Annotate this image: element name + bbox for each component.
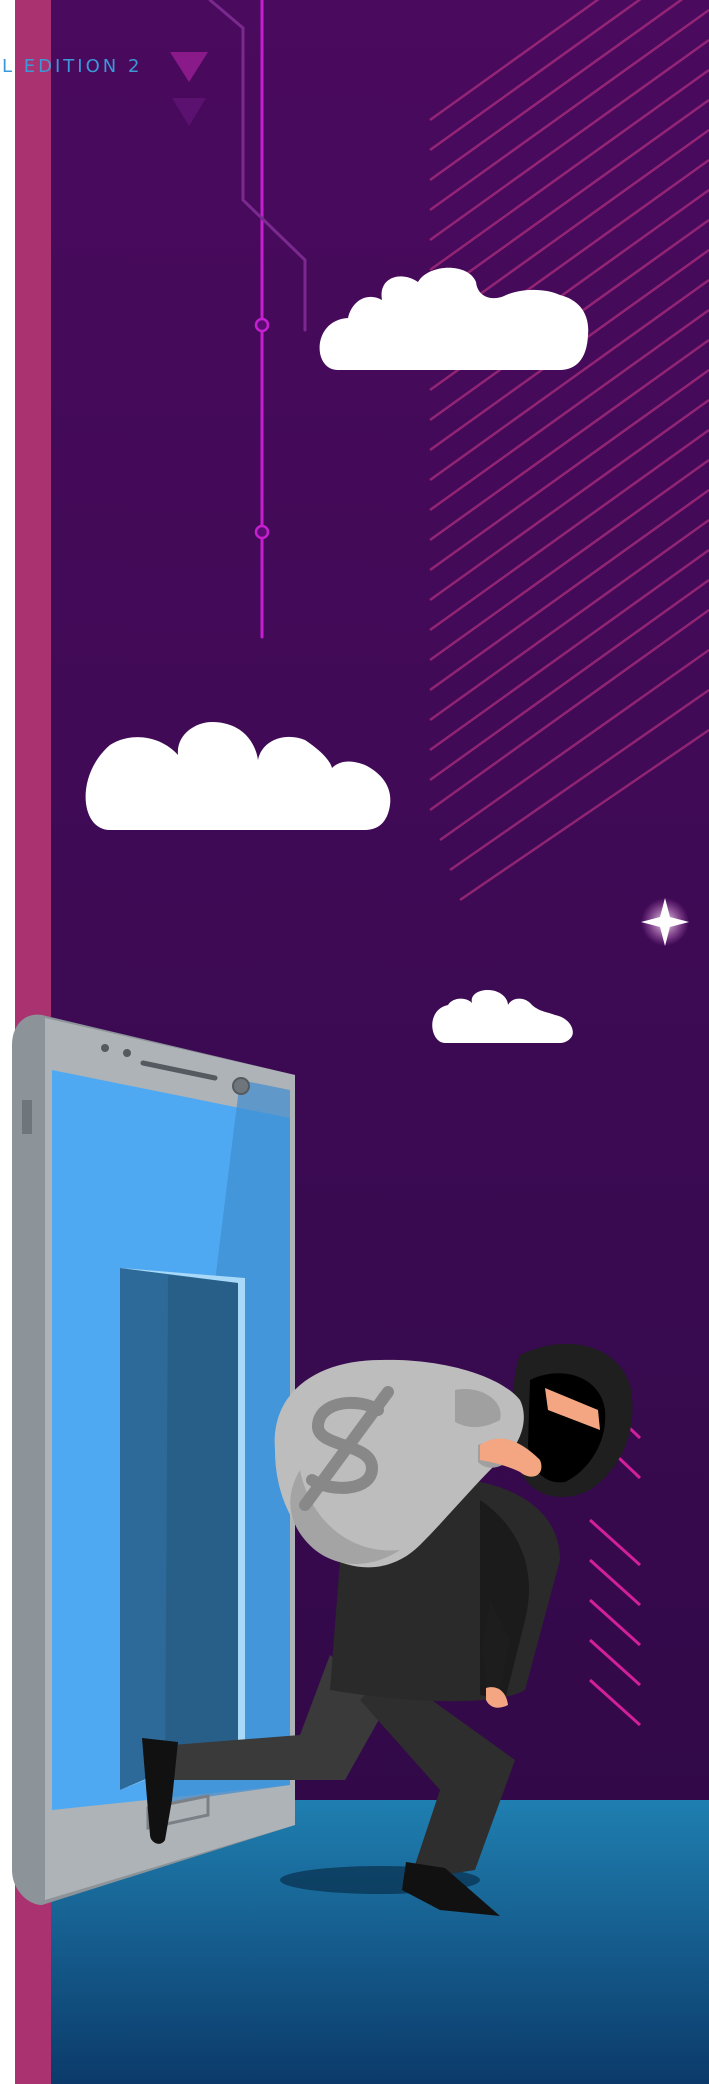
door-icon (120, 1268, 245, 1790)
edition-label: L EDITION 2 (2, 56, 143, 77)
sparkle-icon (641, 898, 689, 946)
illustration-canvas: L EDITION 2 (0, 0, 709, 2084)
illustration-scene (0, 0, 709, 2084)
